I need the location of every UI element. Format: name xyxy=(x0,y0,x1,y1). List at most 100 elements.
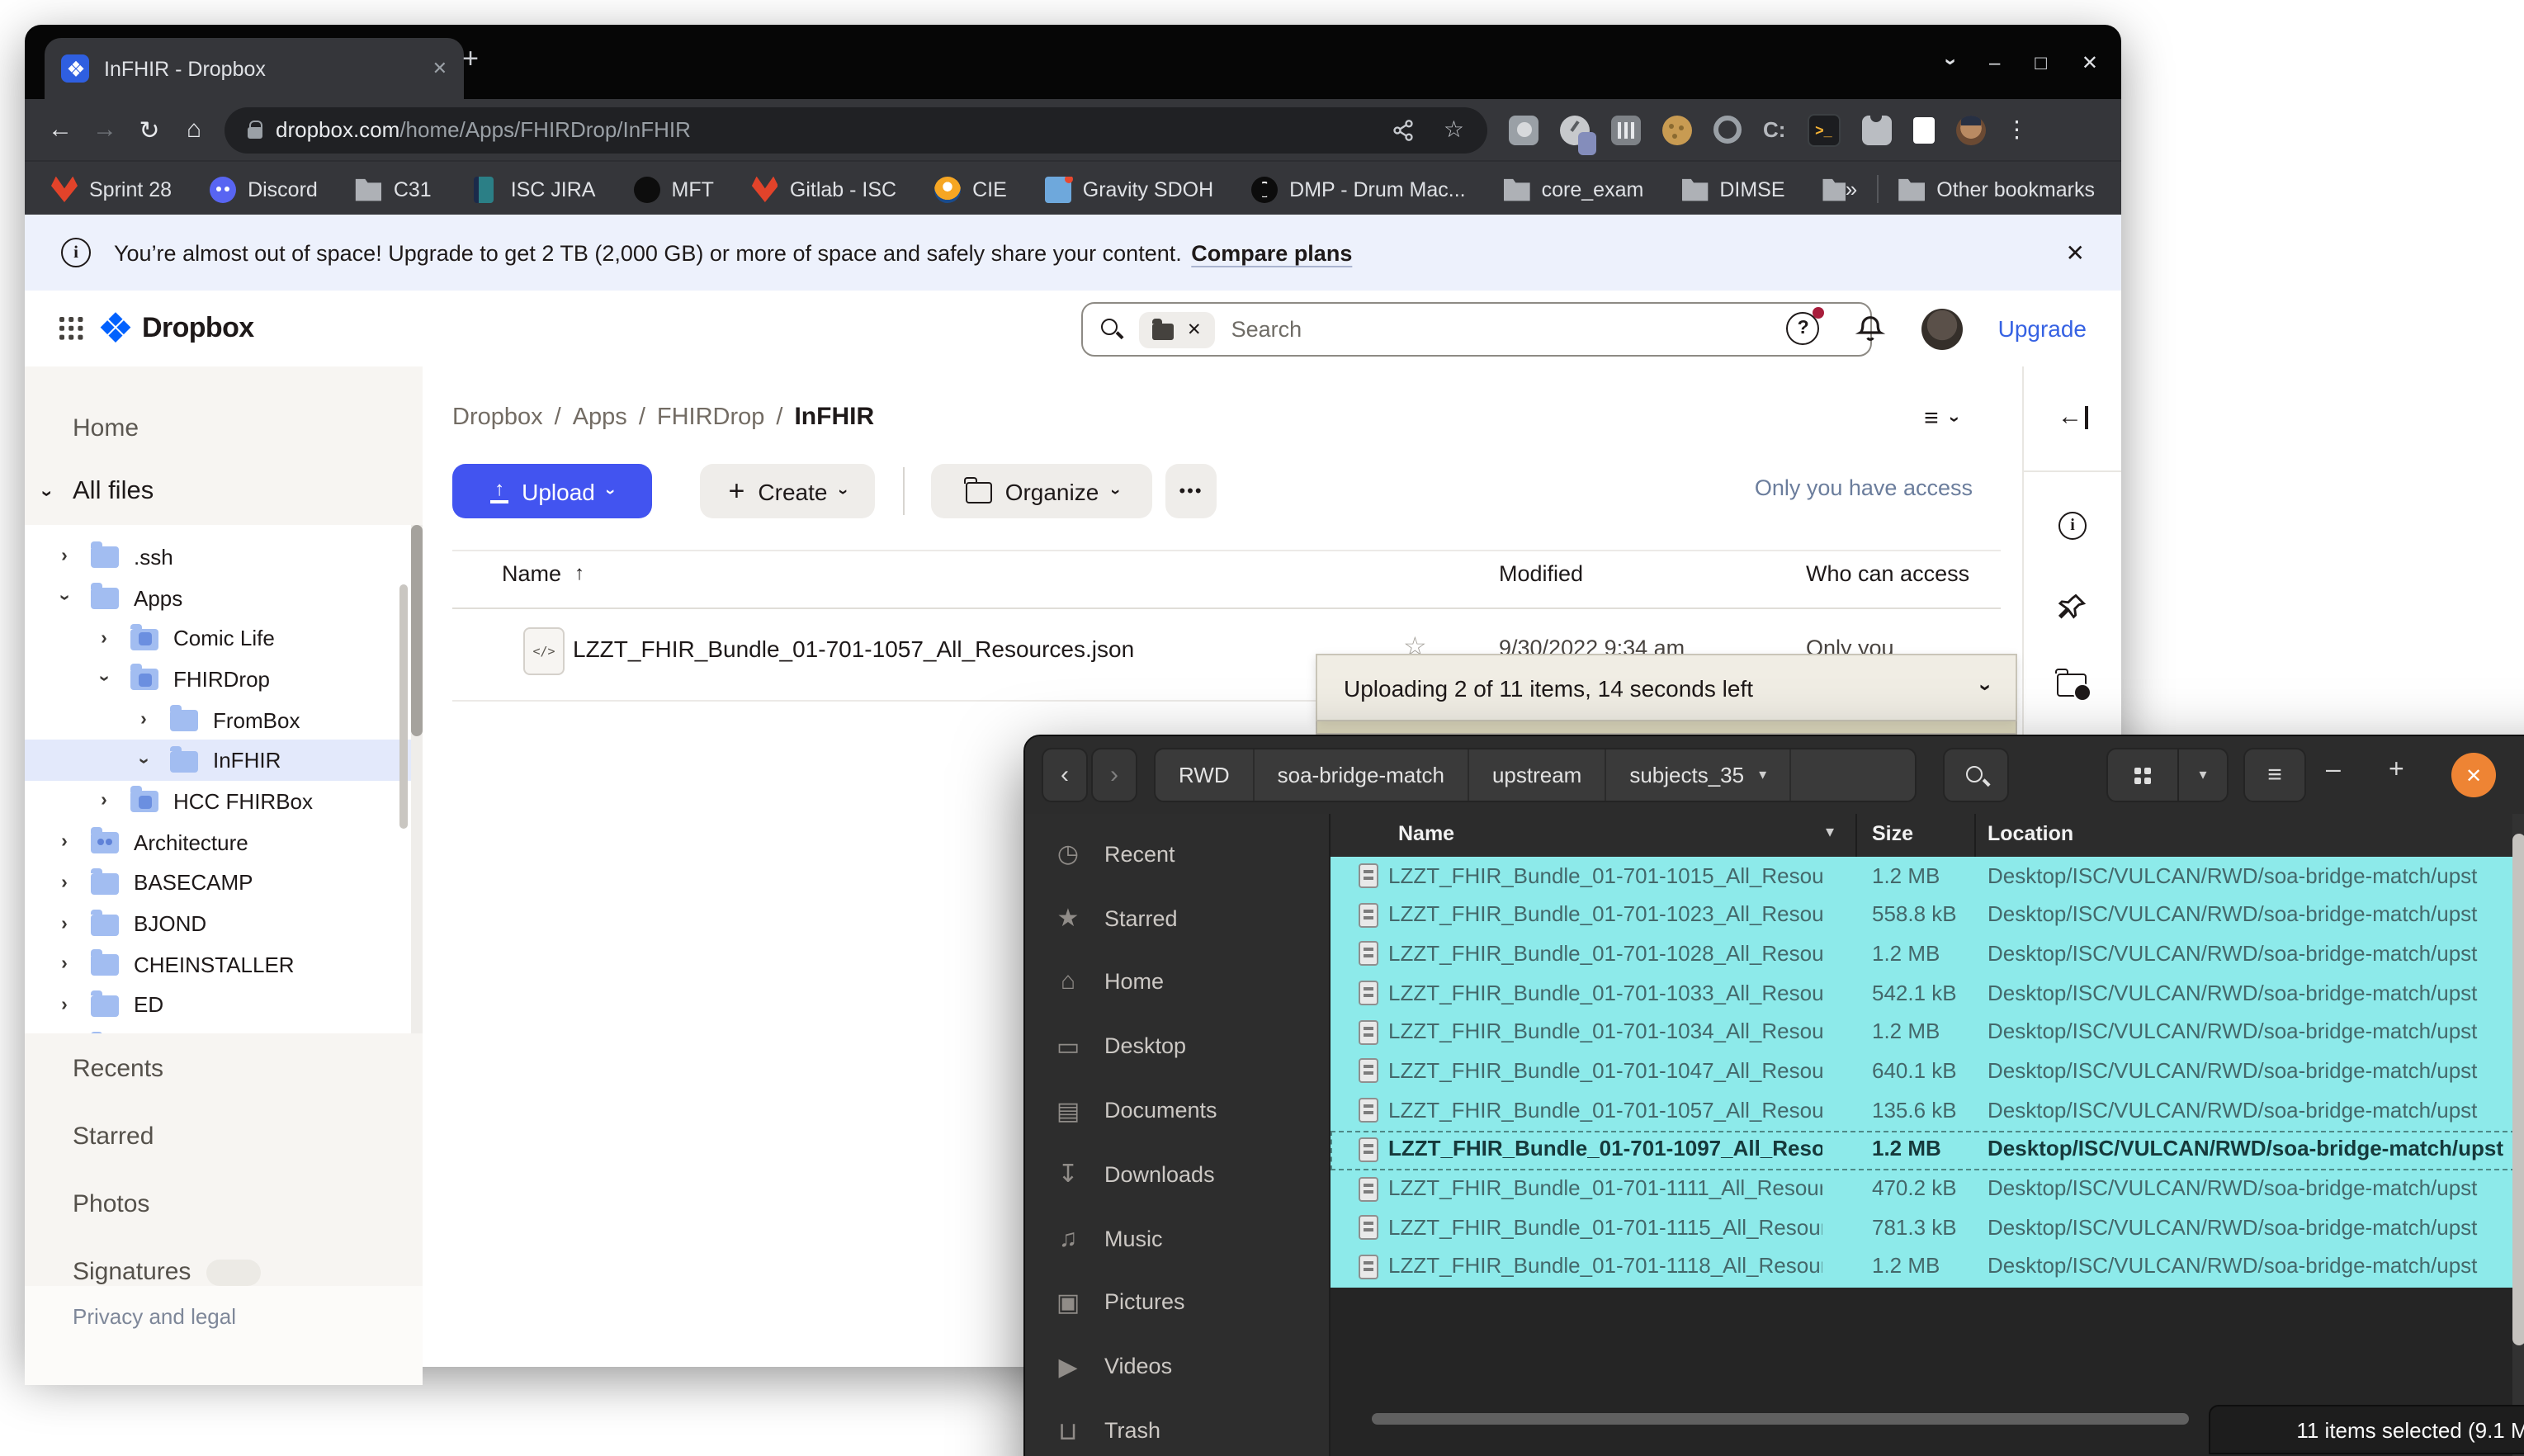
forward-button[interactable]: › xyxy=(1091,748,1137,802)
maximize-button[interactable]: + xyxy=(2389,756,2404,786)
sidebar-place-item[interactable]: ▣ Pictures xyxy=(1025,1270,1329,1335)
bookmark-item[interactable]: Gravity SDOH xyxy=(1045,176,1213,202)
minimize-button[interactable]: – xyxy=(2326,756,2341,786)
view-toggle-button[interactable]: ≡ › xyxy=(1924,404,1958,433)
minimize-button[interactable]: – xyxy=(1989,50,2000,73)
chevron-icon[interactable]: › xyxy=(51,832,78,852)
column-modified[interactable]: Modified xyxy=(1499,561,1583,586)
browser-tab[interactable]: InFHIR - Dropbox ✕ xyxy=(45,38,464,99)
tree-folder-item[interactable]: › Architecture xyxy=(25,822,423,863)
chevron-icon[interactable]: › xyxy=(51,914,78,934)
bookmark-item[interactable]: Gitlab - ISC xyxy=(752,176,896,202)
file-row[interactable]: LZZT_FHIR_Bundle_01-701-1034_All_Resour.… xyxy=(1331,1014,2524,1052)
bookmark-item[interactable]: CIE xyxy=(934,176,1007,202)
account-avatar[interactable] xyxy=(1922,308,1964,349)
tree-folder-item[interactable]: › xyxy=(25,1026,423,1034)
file-row[interactable]: LZZT_FHIR_Bundle_01-701-1097_All_Resour.… xyxy=(1331,1131,2524,1170)
file-row[interactable]: LZZT_FHIR_Bundle_01-701-1057_All_Resour.… xyxy=(1331,1091,2524,1130)
sidebar-place-item[interactable]: ▤ Documents xyxy=(1025,1078,1329,1142)
tree-folder-item[interactable]: › CHEINSTALLER xyxy=(25,944,423,985)
file-row[interactable]: LZZT_FHIR_Bundle_01-701-1023_All_Resour.… xyxy=(1331,896,2524,934)
tree-folder-item[interactable]: › Apps xyxy=(25,577,423,617)
column-name[interactable]: Name xyxy=(502,561,561,586)
column-size[interactable]: Size xyxy=(1872,822,1913,845)
sidebar-place-item[interactable]: ♫ Music xyxy=(1025,1207,1329,1271)
tab-search-icon[interactable]: › xyxy=(1939,59,1964,66)
file-row[interactable]: LZZT_FHIR_Bundle_01-701-1015_All_Resour.… xyxy=(1331,857,2524,896)
close-button[interactable]: ✕ xyxy=(2451,753,2496,797)
file-row[interactable]: LZZT_FHIR_Bundle_01-701-1111_All_Resour.… xyxy=(1331,1170,2524,1208)
bookmarks-overflow-icon[interactable]: » xyxy=(1846,177,1857,201)
breadcrumb-dropbox[interactable]: Dropbox xyxy=(452,404,543,430)
search-button[interactable] xyxy=(1943,748,2009,802)
banner-close-icon[interactable]: ✕ xyxy=(2066,239,2085,267)
file-name[interactable]: LZZT_FHIR_Bundle_01-701-1057_All_Resourc… xyxy=(573,636,1134,662)
tree-folder-item[interactable]: › HCC FHIRBox xyxy=(25,781,423,821)
chevron-icon[interactable]: › xyxy=(51,547,78,567)
forward-button[interactable]: → xyxy=(83,116,127,144)
sidebar-place-item[interactable]: ★ Starred xyxy=(1025,886,1329,951)
sidebar-item-starred[interactable]: Starred xyxy=(73,1123,154,1151)
bookmark-item[interactable]: Discord xyxy=(210,176,318,202)
speedtest-extension-icon[interactable] xyxy=(1560,115,1590,144)
chevron-down-icon[interactable]: › xyxy=(1973,684,1998,692)
apps-grid-icon[interactable] xyxy=(59,317,84,342)
maximize-button[interactable]: □ xyxy=(2035,50,2047,73)
bookmark-item[interactable]: C31 xyxy=(356,176,432,202)
path-segment-current[interactable]: subjects_35 ▾ xyxy=(1606,749,1791,801)
ring-extension-icon[interactable] xyxy=(1713,116,1742,144)
upload-progress-toast[interactable]: Uploading 2 of 11 items, 14 seconds left… xyxy=(1316,654,2017,721)
search-filter-chip[interactable]: ✕ xyxy=(1139,311,1215,347)
sidebar-place-item[interactable]: ◷ Recent xyxy=(1025,822,1329,886)
breadcrumb-fhirdrop[interactable]: FHIRDrop xyxy=(657,404,765,430)
tree-folder-item[interactable]: › ED xyxy=(25,985,423,1025)
back-button[interactable]: › xyxy=(1042,748,1088,802)
info-icon[interactable]: i xyxy=(2058,512,2087,540)
view-mode-button[interactable]: ▾ xyxy=(2106,748,2229,802)
tree-folder-item[interactable]: › FromBox xyxy=(25,700,423,740)
terminal-extension-icon[interactable]: >_ xyxy=(1807,113,1840,146)
file-row[interactable]: LZZT_FHIR_Bundle_01-701-1115_All_Resour.… xyxy=(1331,1208,2524,1247)
chevron-icon[interactable]: › xyxy=(51,954,78,974)
chevron-icon[interactable]: › xyxy=(91,792,117,811)
address-bar[interactable]: dropbox.com /home/Apps/FHIRDrop/InFHIR ☆ xyxy=(225,106,1487,153)
bookmark-item[interactable]: DMP - Drum Mac... xyxy=(1251,176,1465,202)
file-row[interactable]: LZZT_FHIR_Bundle_01-701-1118_All_Resour.… xyxy=(1331,1248,2524,1287)
sidebar-place-item[interactable]: ⊔ Trash xyxy=(1025,1398,1329,1456)
reader-extension-icon[interactable] xyxy=(1912,117,1934,144)
tree-folder-item[interactable]: › FHIRDrop xyxy=(25,659,423,699)
bookmark-item[interactable]: core_exam xyxy=(1504,176,1644,202)
dropbox-logo[interactable]: Dropbox xyxy=(104,312,254,345)
sidebar-item-home[interactable]: Home xyxy=(73,414,139,442)
tree-folder-item[interactable]: › InFHIR xyxy=(25,740,423,781)
cookie-extension-icon[interactable] xyxy=(1662,115,1692,144)
column-access[interactable]: Who can access xyxy=(1806,561,1969,586)
path-segment-rwd[interactable]: RWD xyxy=(1156,749,1255,801)
column-name[interactable]: Name xyxy=(1398,822,1454,845)
new-tab-button[interactable]: + xyxy=(454,43,487,76)
scrollbar-thumb[interactable] xyxy=(411,525,423,736)
screenshot-extension-icon[interactable] xyxy=(1509,115,1539,144)
chevron-icon[interactable]: › xyxy=(51,995,78,1015)
file-row[interactable]: LZZT_FHIR_Bundle_01-701-1047_All_Resour.… xyxy=(1331,1052,2524,1091)
chevron-down-icon[interactable]: › xyxy=(36,490,59,497)
sidebar-place-item[interactable]: ⌂ Home xyxy=(1025,950,1329,1014)
search-input[interactable]: ✕ Search xyxy=(1081,302,1872,357)
collapse-panel-icon[interactable]: ← xyxy=(2024,399,2121,436)
upgrade-link[interactable]: Upgrade xyxy=(1998,315,2087,342)
sidebar-item-all-files[interactable]: All files xyxy=(73,477,154,507)
file-row[interactable]: LZZT_FHIR_Bundle_01-701-1028_All_Resour.… xyxy=(1331,935,2524,974)
bookmark-item[interactable]: DIMSE xyxy=(1681,176,1784,202)
profile-avatar[interactable] xyxy=(1955,115,1985,144)
bookmark-item[interactable]: Sprint 28 xyxy=(51,176,172,202)
tree-folder-item[interactable]: › .ssh xyxy=(25,537,423,577)
pin-icon[interactable] xyxy=(2057,591,2088,622)
tree-folder-item[interactable]: › BASECAMP xyxy=(25,863,423,903)
organize-button[interactable]: Organize › xyxy=(931,464,1152,518)
bookmark-item[interactable]: MFT xyxy=(634,176,714,202)
notifications-bell-icon[interactable] xyxy=(1855,312,1888,345)
c-extension-icon[interactable]: C: xyxy=(1763,115,1785,144)
chevron-icon[interactable]: › xyxy=(51,873,78,893)
tree-scrollbar-thumb[interactable] xyxy=(399,584,408,829)
equalizer-extension-icon[interactable] xyxy=(1611,115,1641,144)
